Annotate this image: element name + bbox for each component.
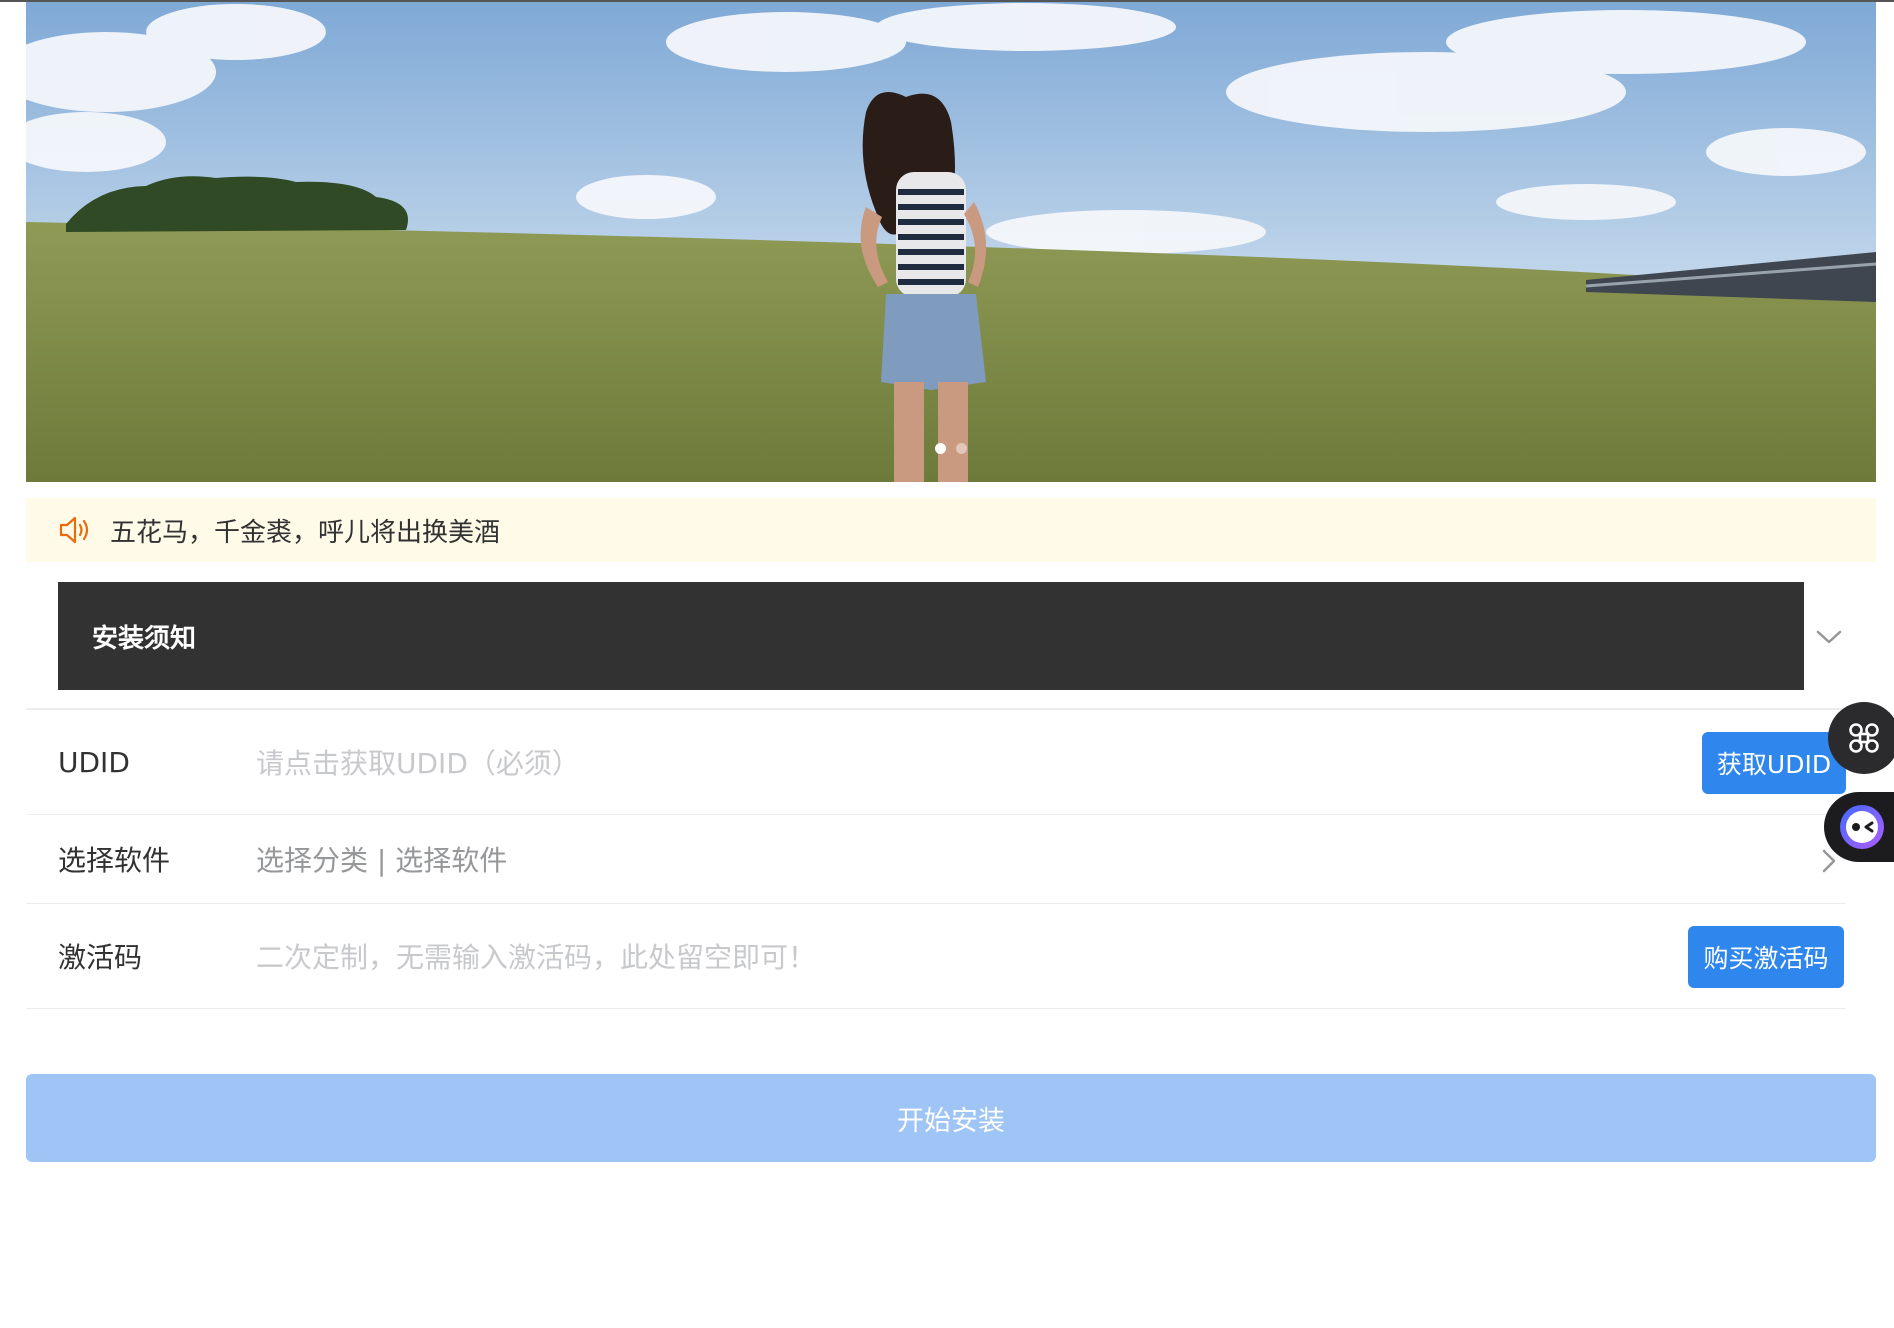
- install-notes-title: 安装须知: [92, 623, 197, 654]
- notice-text: 五花马，千金裘，呼儿将出换美酒: [110, 517, 501, 548]
- get-udid-button[interactable]: 获取UDID: [1702, 732, 1846, 794]
- udid-label: UDID: [58, 745, 130, 779]
- software-select[interactable]: 选择分类 | 选择软件: [256, 839, 507, 879]
- floating-menu-button[interactable]: [1828, 702, 1894, 774]
- carousel-dot[interactable]: [935, 443, 946, 454]
- carousel-dot[interactable]: [956, 443, 967, 454]
- udid-input[interactable]: 请点击获取UDID（必须）: [256, 742, 580, 782]
- command-icon: [1849, 723, 1879, 753]
- udid-field-row: UDID 请点击获取UDID（必须） 获取UDID: [26, 710, 1846, 815]
- install-notes-collapse[interactable]: 安装须知: [26, 578, 1876, 710]
- assistant-icon: [1840, 805, 1884, 849]
- activation-code-input[interactable]: 二次定制，无需输入激活码，此处留空即可！: [256, 936, 816, 976]
- buy-activation-code-button[interactable]: 购买激活码: [1688, 926, 1844, 988]
- chevron-down-icon[interactable]: [1814, 622, 1844, 652]
- start-install-button[interactable]: 开始安装: [26, 1074, 1876, 1162]
- install-notes-header[interactable]: 安装须知: [58, 582, 1804, 690]
- volume-icon: [59, 516, 89, 544]
- carousel-indicators[interactable]: [26, 439, 1876, 458]
- activation-code-field-row: 激活码 二次定制，无需输入激活码，此处留空即可！ 购买激活码: [26, 904, 1846, 1009]
- software-label: 选择软件: [58, 844, 171, 877]
- notice-bar: 五花马，千金裘，呼儿将出换美酒: [26, 498, 1876, 562]
- banner-carousel[interactable]: [26, 2, 1876, 482]
- banner-image: [26, 2, 1876, 482]
- activation-code-label: 激活码: [58, 941, 143, 974]
- floating-assistant-button[interactable]: [1824, 792, 1894, 862]
- software-field-row[interactable]: 选择软件 选择分类 | 选择软件: [26, 815, 1846, 904]
